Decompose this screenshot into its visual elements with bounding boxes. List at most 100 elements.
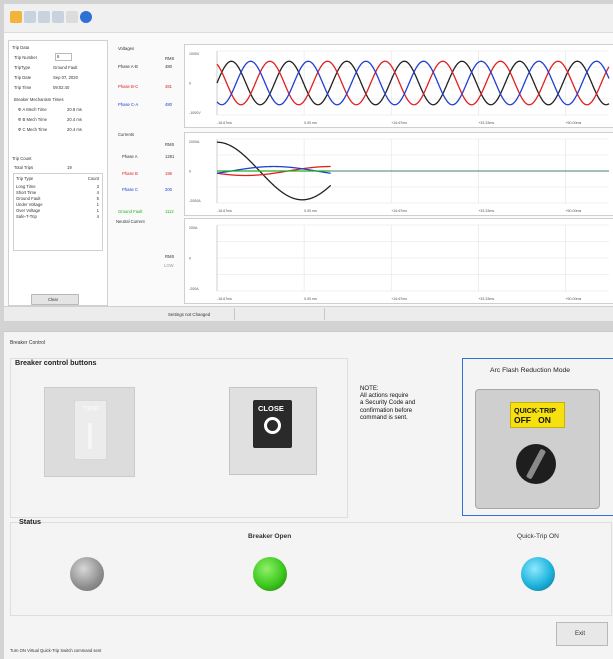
status-divider	[234, 308, 235, 320]
current-phase-c-label: Phase C	[122, 187, 139, 192]
breaker-buttons-group-label: Breaker control buttons	[15, 358, 97, 367]
x-tick-label: +50.00ms	[565, 209, 581, 213]
total-trips-value: 19	[67, 165, 72, 170]
trip-button-label: TRIP	[83, 406, 99, 413]
mech-b-label: Φ B Mech Time	[18, 117, 47, 122]
neutral-rms-label: RMS	[165, 254, 175, 259]
trip-button[interactable]: TRIP	[44, 387, 135, 477]
save-icon[interactable]	[24, 11, 36, 23]
table-row-count: 3	[96, 184, 99, 189]
status-group: Status Breaker Open Quick-Trip ON	[10, 517, 612, 616]
status-group-label: Status	[19, 517, 41, 526]
close-button-label: CLOSE	[258, 404, 284, 413]
x-tick-label: 0.00 ms	[304, 209, 317, 213]
trip-count-title: Trip Count	[12, 156, 32, 161]
mech-a-label: Φ A Mech Time	[18, 107, 47, 112]
close-button-face: CLOSE	[253, 400, 292, 448]
x-tick-label: 0.00 ms	[304, 297, 317, 301]
trip-bar-icon	[88, 423, 92, 449]
trip-data-panel: Trip Data Trip Number 6 TripType Ground …	[8, 40, 108, 306]
refresh-icon[interactable]	[52, 11, 64, 23]
neutral-chart-svg: -16.67ms 0.00 ms +16.67ms +33.33ms +50.00ms 2…	[189, 224, 609, 301]
neutral-rms-value: LOW	[164, 263, 174, 268]
waveform-viewer-window: Trip Data Trip Number 6 TripType Ground …	[4, 4, 613, 321]
current-ground-fault-label: Ground Fault	[118, 209, 143, 214]
table-row-count: 1	[96, 202, 99, 207]
breaker-open-label: Breaker Open	[248, 533, 292, 540]
voltage-phase-bc-label: Phase B-C	[118, 84, 139, 89]
mech-b-value: 20.4 ms	[67, 117, 82, 122]
currents-rms-label: RMS	[165, 142, 175, 147]
x-tick-label: +50.00ms	[565, 121, 581, 125]
mech-times-title: Breaker Mechanism Times	[14, 97, 64, 102]
help-icon[interactable]	[80, 11, 92, 23]
table-row: Long Time	[16, 184, 36, 189]
viewer-status-bar: Settings not Changed	[4, 306, 613, 321]
trip-time-value: 09:02:40	[53, 85, 70, 90]
currents-title: Currents	[118, 132, 135, 137]
x-tick-label: +33.33ms	[478, 297, 494, 301]
quick-trip-switch[interactable]: QUICK-TRIP OFF ON	[475, 389, 600, 509]
trip-type-label: TripType	[14, 65, 31, 70]
table-row: Under Voltage	[16, 202, 43, 207]
voltages-rms-label: RMS	[165, 56, 175, 61]
quick-trip-on-led	[521, 557, 555, 591]
exit-button-label: Exit	[575, 631, 586, 637]
clear-button-label: Clear	[48, 297, 59, 302]
total-trips-label: Total Trips	[14, 165, 34, 170]
voltage-chart-svg: -16.67ms 0.00 ms +16.67ms +33.33ms +50.00ms 1…	[189, 50, 610, 125]
arc-flash-title: Arc Flash Reduction Mode	[490, 367, 571, 374]
arc-flash-group: Arc Flash Reduction Mode QUICK-TRIP OFF …	[462, 358, 613, 516]
breaker-control-title: Breaker Control	[10, 340, 46, 346]
trip-date-label: Trip Date	[14, 75, 32, 80]
current-phase-c-value: 200	[165, 187, 172, 192]
security-note: NOTE: All actions require a Security Cod…	[360, 385, 416, 421]
trip-type-value: Ground Fault	[53, 65, 78, 70]
y-tick-label: 0	[189, 170, 191, 174]
trip-number-input[interactable]: 6	[55, 53, 72, 61]
trip-button-face: TRIP	[74, 400, 107, 460]
y-tick-label: 2000A	[189, 140, 200, 144]
table-row: Over Voltage	[16, 208, 41, 213]
current-chart-svg: -16.67ms 0.00 ms +16.67ms +33.33ms +50.00ms 2…	[189, 138, 609, 213]
x-tick-label: +50.00ms	[565, 297, 581, 301]
status-led-off	[70, 557, 104, 591]
breaker-open-led	[253, 557, 287, 591]
quick-trip-line1: QUICK-TRIP	[514, 406, 556, 415]
y-tick-label: 1000V	[189, 52, 200, 56]
command-status-footer: Turn ON Virtual Quick-Trip Switch comman…	[10, 648, 102, 653]
open-folder-icon[interactable]	[10, 11, 22, 23]
neutral-chart: -16.67ms 0.00 ms +16.67ms +33.33ms +50.00ms 2…	[184, 218, 613, 304]
trip-count-table: Trip Type Count Long Time 3 Short Time 4…	[13, 173, 103, 251]
knob-pointer-icon	[525, 448, 547, 480]
current-phase-b-label: Phase B	[122, 171, 138, 176]
download-icon[interactable]	[66, 11, 78, 23]
trip-time-label: Trip Time	[14, 85, 32, 90]
print-icon[interactable]	[38, 11, 50, 23]
x-tick-label: 0.00 ms	[304, 121, 317, 125]
exit-button[interactable]: Exit	[556, 622, 608, 646]
x-tick-label: +33.33ms	[478, 209, 494, 213]
table-header-type: Trip Type	[16, 176, 34, 181]
status-text: Settings not Changed	[168, 312, 211, 317]
voltage-phase-ab-value: 480	[165, 64, 172, 69]
table-row: Safe-T-Trip	[16, 214, 37, 219]
mech-c-label: Φ C Mech Time	[18, 127, 48, 132]
quick-trip-on-label: Quick-Trip ON	[517, 533, 559, 540]
voltage-phase-ca-label: Phase C-A	[118, 102, 139, 107]
clear-button[interactable]: Clear	[31, 294, 79, 305]
current-chart: -16.67ms 0.00 ms +16.67ms +33.33ms +50.00ms 2…	[184, 132, 613, 216]
x-tick-label: -16.67ms	[217, 209, 232, 213]
trip-date-value: Sep 07, 2020	[53, 75, 78, 80]
quick-trip-sign: QUICK-TRIP OFF ON	[510, 402, 565, 428]
close-button[interactable]: CLOSE	[229, 387, 317, 475]
voltage-phase-ab-label: Phase A-B	[118, 64, 138, 69]
status-divider	[324, 308, 325, 320]
trip-number-label: Trip Number	[14, 55, 38, 60]
x-tick-label: +16.67ms	[391, 121, 407, 125]
breaker-control-window: Breaker Control Breaker control buttons …	[4, 331, 613, 659]
quick-trip-knob-icon	[516, 444, 556, 484]
y-tick-label: 0	[189, 82, 191, 86]
x-tick-label: +16.67ms	[391, 297, 407, 301]
x-tick-label: -16.67ms	[217, 297, 232, 301]
